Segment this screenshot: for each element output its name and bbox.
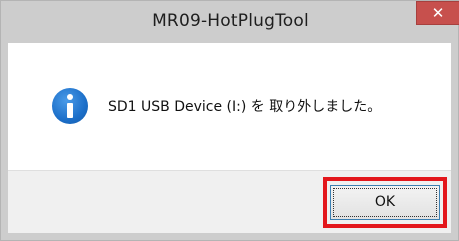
window-frame-bottom <box>0 233 459 241</box>
message-dialog: MR09-HotPlugTool ✕ SD1 USB Device (I:) を… <box>0 0 459 241</box>
dialog-content: SD1 USB Device (I:) を 取り外しました。 <box>8 43 451 170</box>
close-button[interactable]: ✕ <box>416 1 459 25</box>
title-bar[interactable]: MR09-HotPlugTool ✕ <box>0 0 459 43</box>
ok-button[interactable]: OK <box>330 185 440 220</box>
window-title: MR09-HotPlugTool <box>152 11 309 31</box>
window-frame-left <box>0 43 8 241</box>
info-icon-dot <box>67 94 73 100</box>
info-icon <box>52 88 88 124</box>
window-frame-right <box>451 43 459 241</box>
dialog-message: SD1 USB Device (I:) を 取り外しました。 <box>108 99 382 115</box>
info-icon-bar <box>67 103 73 118</box>
close-icon: ✕ <box>431 4 445 22</box>
